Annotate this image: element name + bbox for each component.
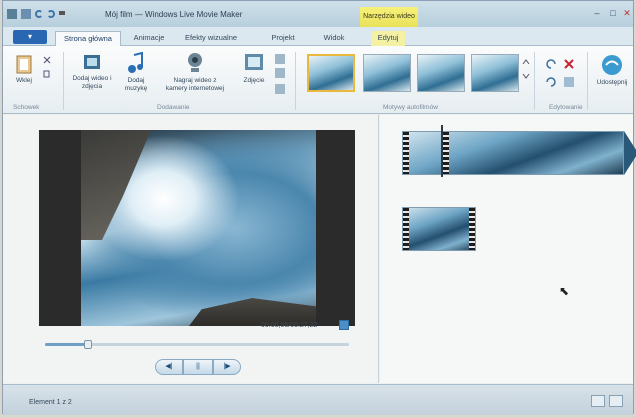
- video-preview[interactable]: [39, 130, 355, 326]
- select-all-icon[interactable]: [563, 76, 575, 88]
- undo-icon[interactable]: [35, 10, 43, 18]
- film-sprocket: [403, 132, 409, 174]
- ribbon-tab-row: ▾ Strona główna Animacje Efekty wizualne…: [3, 27, 633, 46]
- seek-progress: [45, 343, 88, 346]
- timecode-display: 00:00,06/00:27,22: [261, 322, 318, 329]
- add-music-label: Dodaj muzykę: [124, 77, 148, 92]
- zoom-button[interactable]: [609, 395, 623, 407]
- gallery-scroll-down-icon[interactable]: [522, 72, 530, 80]
- title-bar: Mój film — Windows Live Movie Maker Narz…: [3, 1, 633, 27]
- paste-button[interactable]: Wklej: [11, 54, 37, 85]
- video-tools-context-tab[interactable]: Narzędzia wideo: [360, 7, 418, 27]
- automovie-theme-thumb-4[interactable]: [471, 54, 519, 92]
- storyboard-clip-2[interactable]: [402, 207, 476, 251]
- title-overlay-icon[interactable]: [275, 68, 285, 78]
- webcam-icon: [188, 53, 202, 72]
- credits-icon[interactable]: [275, 84, 287, 94]
- share-button[interactable]: Udostępnij: [595, 54, 629, 87]
- status-text: Element 1 z 2: [29, 399, 72, 406]
- storyboard-view-button[interactable]: [591, 395, 605, 407]
- fullscreen-button[interactable]: [339, 320, 349, 330]
- preview-pane: 00:00,06/00:27,22 ◀| || |▶: [3, 115, 379, 383]
- next-frame-button[interactable]: |▶: [213, 359, 241, 375]
- group-label-clipboard: Schowek: [13, 104, 40, 111]
- app-icon: [7, 9, 17, 19]
- playback-controls: ◀| || |▶: [155, 359, 241, 375]
- mouse-cursor-icon: ⬉: [559, 284, 570, 298]
- ribbon: Wklej Dodaj wideo i zdjęcia Dodaj muzykę…: [3, 46, 633, 114]
- share-label: Udostępnij: [596, 79, 628, 86]
- minimize-button[interactable]: –: [589, 7, 605, 19]
- automovie-theme-thumb-2[interactable]: [363, 54, 411, 92]
- share-icon: [602, 55, 622, 75]
- text-caption-icon[interactable]: [275, 54, 285, 64]
- previous-frame-button[interactable]: ◀|: [155, 359, 183, 375]
- rotate-left-icon[interactable]: [545, 58, 557, 70]
- group-separator: [587, 52, 588, 110]
- snapshot-label: Zdjęcie: [243, 77, 265, 84]
- storyboard-playhead[interactable]: [441, 125, 443, 177]
- snapshot-icon: [245, 54, 263, 70]
- film-sprocket: [403, 208, 409, 250]
- tab-edit[interactable]: Edytuj: [371, 31, 405, 46]
- tab-project[interactable]: Projekt: [265, 31, 301, 46]
- group-label-editing: Edytowanie: [549, 104, 583, 111]
- play-pause-button[interactable]: ||: [183, 359, 213, 375]
- storyboard-clip-1[interactable]: [402, 131, 624, 175]
- automovie-theme-thumb-3[interactable]: [417, 54, 465, 92]
- seek-thumb[interactable]: [83, 340, 92, 349]
- webcam-label: Nagraj wideo z kamery internetowej: [165, 77, 225, 92]
- film-sprocket: [469, 208, 475, 250]
- group-separator: [534, 52, 535, 110]
- music-note-icon: [128, 52, 143, 73]
- window-title: Mój film — Windows Live Movie Maker: [105, 9, 243, 19]
- close-button[interactable]: ✕: [619, 7, 635, 19]
- file-menu-button[interactable]: ▾: [13, 30, 47, 44]
- snapshot-button[interactable]: Zdjęcie: [241, 52, 267, 85]
- film-sprocket: [443, 132, 449, 174]
- rotate-right-icon[interactable]: [545, 76, 557, 88]
- movie-maker-window: Mój film — Windows Live Movie Maker Narz…: [2, 0, 636, 415]
- clip-end-arrow-icon: [624, 131, 636, 175]
- cut-icon[interactable]: [43, 56, 51, 64]
- group-label-add: Dodawanie: [157, 104, 190, 111]
- redo-icon[interactable]: [47, 10, 55, 18]
- save-icon[interactable]: [21, 9, 31, 19]
- tab-visual-effects[interactable]: Efekty wizualne: [179, 31, 243, 46]
- paste-label: Wklej: [16, 77, 32, 84]
- tab-home[interactable]: Strona główna: [55, 31, 121, 46]
- add-videos-button[interactable]: Dodaj wideo i zdjęcia: [69, 52, 115, 91]
- webcam-video-button[interactable]: Nagraj wideo z kamery internetowej: [163, 52, 227, 93]
- status-bar: Element 1 z 2: [3, 384, 633, 415]
- add-videos-label: Dodaj wideo i zdjęcia: [72, 75, 112, 90]
- customize-toolbar-icon[interactable]: [59, 11, 65, 17]
- add-music-button[interactable]: Dodaj muzykę: [121, 52, 151, 93]
- automovie-theme-thumb-1[interactable]: [307, 54, 355, 92]
- group-label-themes: Motywy autofilmów: [383, 104, 438, 111]
- gallery-scroll-up-icon[interactable]: [522, 58, 530, 66]
- film-photo-icon: [84, 55, 100, 69]
- group-separator: [295, 52, 296, 110]
- storyboard-pane: [380, 115, 636, 383]
- tab-view[interactable]: Widok: [319, 31, 349, 46]
- remove-icon[interactable]: [563, 58, 575, 70]
- seek-slider[interactable]: [45, 340, 349, 349]
- clipboard-icon: [16, 55, 32, 74]
- copy-icon[interactable]: [43, 70, 51, 78]
- tab-animations[interactable]: Animacje: [127, 31, 171, 46]
- group-separator: [63, 52, 64, 110]
